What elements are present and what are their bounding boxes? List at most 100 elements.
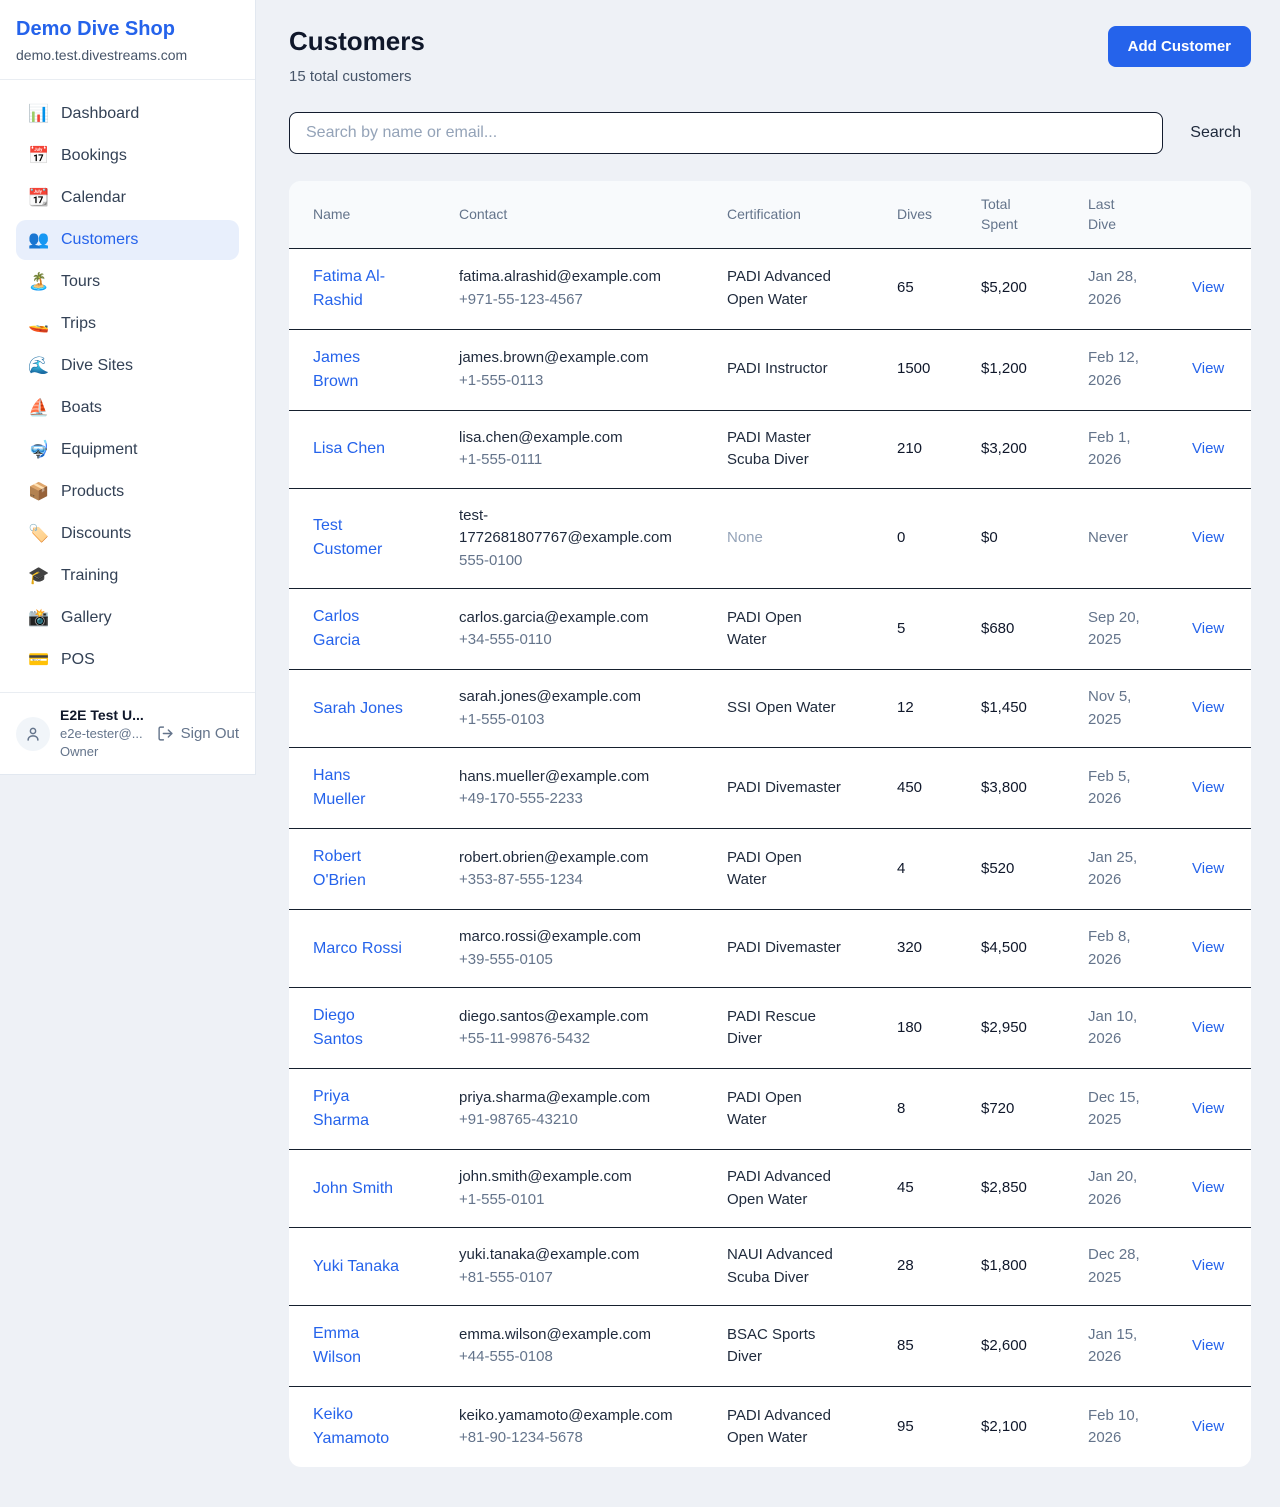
page-header-text: Customers 15 total customers — [289, 26, 425, 85]
customer-name-link[interactable]: Priya Sharma — [313, 1088, 369, 1129]
customer-name-link[interactable]: Marco Rossi — [313, 940, 402, 957]
view-customer-link[interactable]: View — [1192, 1100, 1224, 1117]
view-customer-link[interactable]: View — [1192, 1257, 1224, 1274]
sidebar-item-trips[interactable]: 🚤 Trips — [16, 304, 239, 344]
customer-total-spent-cell: $3,800 — [969, 748, 1076, 829]
customer-name-link[interactable]: Diego Santos — [313, 1007, 363, 1048]
customer-email: hans.mueller@example.com — [459, 766, 671, 789]
customer-name-cell: Yuki Tanaka — [289, 1228, 447, 1306]
customer-name-link[interactable]: Test Customer — [313, 517, 382, 558]
table-row: James Brown james.brown@example.com +1-5… — [289, 329, 1251, 410]
customer-certification-cell: PADI Advanced Open Water — [715, 248, 885, 329]
customer-action-cell: View — [1174, 1228, 1251, 1306]
calendar-icon: 📅 — [28, 146, 48, 166]
customer-phone: +81-555-0107 — [459, 1267, 671, 1290]
sidebar-item-gallery[interactable]: 📸 Gallery — [16, 598, 239, 638]
customer-phone: 555-0100 — [459, 550, 671, 573]
table-row: Priya Sharma priya.sharma@example.com +9… — [289, 1069, 1251, 1150]
view-customer-link[interactable]: View — [1192, 1337, 1224, 1354]
customer-contact-cell: lisa.chen@example.com +1-555-0111 — [447, 410, 715, 488]
customer-name-link[interactable]: Fatima Al-Rashid — [313, 268, 385, 309]
customer-last-dive-cell: Feb 8, 2026 — [1076, 910, 1174, 988]
sidebar-item-tours[interactable]: 🏝️ Tours — [16, 262, 239, 302]
customer-certification-cell: PADI Divemaster — [715, 748, 885, 829]
add-customer-button[interactable]: Add Customer — [1108, 26, 1251, 67]
view-customer-link[interactable]: View — [1192, 779, 1224, 796]
table-row: Fatima Al-Rashid fatima.alrashid@example… — [289, 248, 1251, 329]
sidebar-item-discounts[interactable]: 🏷️ Discounts — [16, 514, 239, 554]
search-button[interactable]: Search — [1190, 124, 1241, 142]
view-customer-link[interactable]: View — [1192, 360, 1224, 377]
search-input[interactable] — [289, 112, 1163, 154]
customer-last-dive-cell: Feb 12, 2026 — [1076, 329, 1174, 410]
view-customer-link[interactable]: View — [1192, 860, 1224, 877]
customer-phone: +1-555-0101 — [459, 1189, 671, 1212]
shop-name: Demo Dive Shop — [16, 18, 239, 41]
view-customer-link[interactable]: View — [1192, 1179, 1224, 1196]
user-footer: E2E Test U... e2e-tester@... Owner Sign … — [0, 692, 255, 774]
customer-action-cell: View — [1174, 589, 1251, 670]
customer-total-spent-cell: $680 — [969, 589, 1076, 670]
sign-out-icon — [157, 725, 174, 742]
view-customer-link[interactable]: View — [1192, 279, 1224, 296]
customer-name-link[interactable]: Carlos Garcia — [313, 608, 360, 649]
sidebar-item-dive-sites[interactable]: 🌊 Dive Sites — [16, 346, 239, 386]
customer-name-link[interactable]: Yuki Tanaka — [313, 1258, 399, 1275]
view-customer-link[interactable]: View — [1192, 440, 1224, 457]
view-customer-link[interactable]: View — [1192, 939, 1224, 956]
sidebar-item-products[interactable]: 📦 Products — [16, 472, 239, 512]
customer-name-link[interactable]: Hans Mueller — [313, 767, 365, 808]
sidebar-item-calendar[interactable]: 📆 Calendar — [16, 178, 239, 218]
customer-contact-cell: carlos.garcia@example.com +34-555-0110 — [447, 589, 715, 670]
customer-name-cell: Keiko Yamamoto — [289, 1387, 447, 1468]
view-customer-link[interactable]: View — [1192, 529, 1224, 546]
table-row: Marco Rossi marco.rossi@example.com +39-… — [289, 910, 1251, 988]
customer-name-cell: Lisa Chen — [289, 410, 447, 488]
view-customer-link[interactable]: View — [1192, 1019, 1224, 1036]
customer-name-link[interactable]: Lisa Chen — [313, 440, 385, 457]
customer-dives-cell: 12 — [885, 670, 969, 748]
app-root: Demo Dive Shop demo.test.divestreams.com… — [0, 0, 1280, 1507]
customer-name-link[interactable]: John Smith — [313, 1180, 393, 1197]
customer-phone: +81-90-1234-5678 — [459, 1427, 671, 1450]
customer-total-spent-cell: $520 — [969, 829, 1076, 910]
customer-dives-cell: 0 — [885, 488, 969, 589]
customer-action-cell: View — [1174, 910, 1251, 988]
customer-name-link[interactable]: Keiko Yamamoto — [313, 1406, 389, 1447]
customer-email: james.brown@example.com — [459, 347, 671, 370]
col-header-certification: Certification — [715, 181, 885, 248]
customer-contact-cell: test-1772681807767@example.com 555-0100 — [447, 488, 715, 589]
page-title: Customers — [289, 26, 425, 57]
customer-name-link[interactable]: Robert O'Brien — [313, 848, 366, 889]
customer-certification-cell: PADI Instructor — [715, 329, 885, 410]
customer-last-dive-cell: Dec 28, 2025 — [1076, 1228, 1174, 1306]
sidebar-item-pos[interactable]: 💳 POS — [16, 640, 239, 680]
sidebar-item-training[interactable]: 🎓 Training — [16, 556, 239, 596]
customer-name-link[interactable]: Sarah Jones — [313, 700, 403, 717]
sidebar-item-boats[interactable]: ⛵ Boats — [16, 388, 239, 428]
view-customer-link[interactable]: View — [1192, 1418, 1224, 1435]
customer-email: emma.wilson@example.com — [459, 1324, 671, 1347]
sidebar-item-equipment[interactable]: 🤿 Equipment — [16, 430, 239, 470]
customer-dives-cell: 8 — [885, 1069, 969, 1150]
sidebar-item-customers[interactable]: 👥 Customers — [16, 220, 239, 260]
customer-name-link[interactable]: James Brown — [313, 349, 360, 390]
customer-certification-cell: PADI Open Water — [715, 589, 885, 670]
sign-out-label: Sign Out — [181, 725, 239, 742]
main-content: Customers 15 total customers Add Custome… — [256, 0, 1280, 1507]
nav-item-label: Trips — [61, 315, 96, 333]
view-customer-link[interactable]: View — [1192, 699, 1224, 716]
customer-certification-cell: PADI Open Water — [715, 1069, 885, 1150]
customer-certification-cell: PADI Open Water — [715, 829, 885, 910]
customer-action-cell: View — [1174, 410, 1251, 488]
customer-email: fatima.alrashid@example.com — [459, 266, 671, 289]
customer-email: john.smith@example.com — [459, 1166, 671, 1189]
sidebar-item-dashboard[interactable]: 📊 Dashboard — [16, 94, 239, 134]
sidebar-item-bookings[interactable]: 📅 Bookings — [16, 136, 239, 176]
sign-out-button[interactable]: Sign Out — [157, 725, 239, 742]
customer-dives-cell: 450 — [885, 748, 969, 829]
view-customer-link[interactable]: View — [1192, 620, 1224, 637]
customer-phone: +91-98765-43210 — [459, 1109, 671, 1132]
customer-contact-cell: keiko.yamamoto@example.com +81-90-1234-5… — [447, 1387, 715, 1468]
customer-name-link[interactable]: Emma Wilson — [313, 1325, 361, 1366]
